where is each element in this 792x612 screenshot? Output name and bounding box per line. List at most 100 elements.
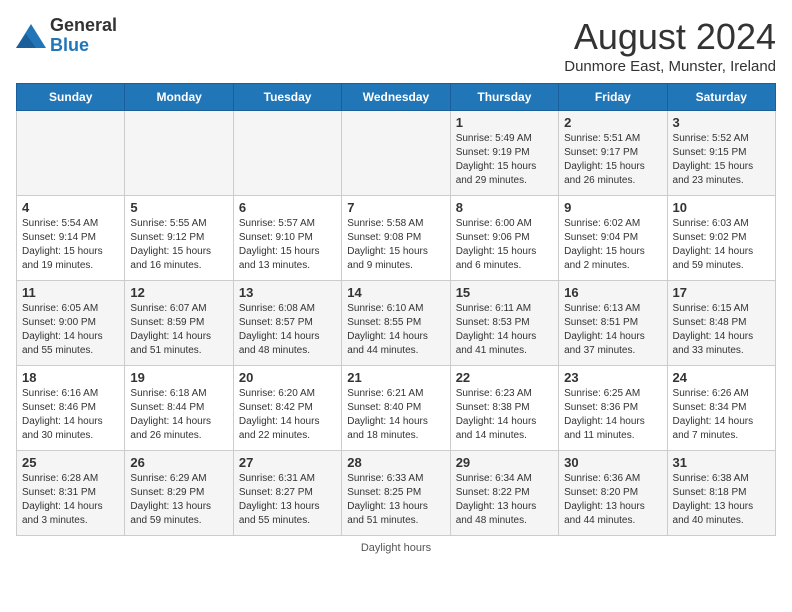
day-number: 30: [564, 455, 661, 470]
day-info: Sunrise: 6:20 AM Sunset: 8:42 PM Dayligh…: [239, 387, 336, 443]
day-number: 12: [130, 285, 227, 300]
day-info: Sunrise: 5:54 AM Sunset: 9:14 PM Dayligh…: [22, 217, 119, 273]
day-info: Sunrise: 6:11 AM Sunset: 8:53 PM Dayligh…: [456, 302, 553, 358]
footer: Daylight hours: [16, 542, 776, 554]
calendar-cell: 2 Sunrise: 5:51 AM Sunset: 9:17 PM Daylig…: [559, 111, 667, 196]
day-number: 10: [673, 200, 770, 215]
calendar-cell: 23Sunrise: 6:25 AM Sunset: 8:36 PM Dayli…: [559, 366, 667, 451]
day-number: 3: [673, 115, 770, 130]
day-info: Sunrise: 5:49 AM Sunset: 9:19 PM Dayligh…: [456, 132, 553, 188]
calendar-week: 4 Sunrise: 5:54 AM Sunset: 9:14 PM Daylig…: [17, 196, 776, 281]
day-number: 14: [347, 285, 444, 300]
calendar-week: 25 Sunrise: 6:28 AM Sunset: 8:31 PM Dayli…: [17, 451, 776, 536]
day-info: Sunrise: 5:57 AM Sunset: 9:10 PM Dayligh…: [239, 217, 336, 273]
day-info: Sunrise: 6:03 AM Sunset: 9:02 PM Dayligh…: [673, 217, 770, 273]
day-info: Sunrise: 6:08 AM Sunset: 8:57 PM Dayligh…: [239, 302, 336, 358]
day-info: Sunrise: 6:15 AM Sunset: 8:48 PM Dayligh…: [673, 302, 770, 358]
day-number: 15: [456, 285, 553, 300]
calendar-cell: 27 Sunrise: 6:31 AM Sunset: 8:27 PM Dayli…: [233, 451, 341, 536]
day-header: Saturday: [667, 84, 775, 111]
day-number: 4: [22, 200, 119, 215]
logo-icon: [16, 24, 46, 48]
calendar-cell: 21 Sunrise: 6:21 AM Sunset: 8:40 PM Dayli…: [342, 366, 450, 451]
day-info: Sunrise: 6:02 AM Sunset: 9:04 PM Dayligh…: [564, 217, 661, 273]
day-info: Sunrise: 6:34 AM Sunset: 8:22 PM Dayligh…: [456, 472, 553, 528]
calendar-cell: 15 Sunrise: 6:11 AM Sunset: 8:53 PM Dayli…: [450, 281, 558, 366]
day-number: 28: [347, 455, 444, 470]
day-header: Tuesday: [233, 84, 341, 111]
day-number: 17: [673, 285, 770, 300]
day-header: Thursday: [450, 84, 558, 111]
day-info: Sunrise: 5:55 AM Sunset: 9:12 PM Dayligh…: [130, 217, 227, 273]
calendar-cell: 6 Sunrise: 5:57 AM Sunset: 9:10 PM Daylig…: [233, 196, 341, 281]
day-number: 27: [239, 455, 336, 470]
day-info: Sunrise: 6:18 AM Sunset: 8:44 PM Dayligh…: [130, 387, 227, 443]
day-info: Sunrise: 6:07 AM Sunset: 8:59 PM Dayligh…: [130, 302, 227, 358]
calendar-cell: 14Sunrise: 6:10 AM Sunset: 8:55 PM Dayli…: [342, 281, 450, 366]
day-number: 31: [673, 455, 770, 470]
calendar-week: 11 Sunrise: 6:05 AM Sunset: 9:00 PM Dayli…: [17, 281, 776, 366]
day-number: 26: [130, 455, 227, 470]
calendar-cell: 28 Sunrise: 6:33 AM Sunset: 8:25 PM Dayli…: [342, 451, 450, 536]
day-number: 7: [347, 200, 444, 215]
day-number: 25: [22, 455, 119, 470]
day-number: 21: [347, 370, 444, 385]
day-header: Monday: [125, 84, 233, 111]
calendar-cell: 24 Sunrise: 6:26 AM Sunset: 8:34 PM Dayli…: [667, 366, 775, 451]
daylight-label: Daylight hours: [361, 542, 431, 554]
day-number: 24: [673, 370, 770, 385]
calendar-cell: [342, 111, 450, 196]
day-number: 2: [564, 115, 661, 130]
day-info: Sunrise: 6:16 AM Sunset: 8:46 PM Dayligh…: [22, 387, 119, 443]
day-info: Sunrise: 5:52 AM Sunset: 9:15 PM Dayligh…: [673, 132, 770, 188]
logo: General Blue: [16, 16, 117, 56]
calendar-cell: 30Sunrise: 6:36 AM Sunset: 8:20 PM Dayli…: [559, 451, 667, 536]
day-info: Sunrise: 6:28 AM Sunset: 8:31 PM Dayligh…: [22, 472, 119, 528]
day-number: 5: [130, 200, 227, 215]
calendar-cell: 11 Sunrise: 6:05 AM Sunset: 9:00 PM Dayli…: [17, 281, 125, 366]
calendar-cell: 8 Sunrise: 6:00 AM Sunset: 9:06 PM Daylig…: [450, 196, 558, 281]
day-number: 1: [456, 115, 553, 130]
calendar-cell: 4 Sunrise: 5:54 AM Sunset: 9:14 PM Daylig…: [17, 196, 125, 281]
day-number: 20: [239, 370, 336, 385]
calendar-cell: 22Sunrise: 6:23 AM Sunset: 8:38 PM Dayli…: [450, 366, 558, 451]
day-info: Sunrise: 6:38 AM Sunset: 8:18 PM Dayligh…: [673, 472, 770, 528]
calendar-cell: 18Sunrise: 6:16 AM Sunset: 8:46 PM Dayli…: [17, 366, 125, 451]
calendar-cell: 7Sunrise: 5:58 AM Sunset: 9:08 PM Daylig…: [342, 196, 450, 281]
day-number: 6: [239, 200, 336, 215]
day-info: Sunrise: 5:51 AM Sunset: 9:17 PM Dayligh…: [564, 132, 661, 188]
logo-general: General: [50, 16, 117, 36]
day-info: Sunrise: 6:33 AM Sunset: 8:25 PM Dayligh…: [347, 472, 444, 528]
calendar-cell: [125, 111, 233, 196]
calendar-cell: 31 Sunrise: 6:38 AM Sunset: 8:18 PM Dayli…: [667, 451, 775, 536]
day-info: Sunrise: 6:25 AM Sunset: 8:36 PM Dayligh…: [564, 387, 661, 443]
day-number: 9: [564, 200, 661, 215]
day-number: 19: [130, 370, 227, 385]
calendar-cell: 20 Sunrise: 6:20 AM Sunset: 8:42 PM Dayli…: [233, 366, 341, 451]
calendar-week: 18Sunrise: 6:16 AM Sunset: 8:46 PM Dayli…: [17, 366, 776, 451]
title-section: August 2024 Dunmore East, Munster, Irela…: [564, 16, 776, 75]
calendar-cell: 1 Sunrise: 5:49 AM Sunset: 9:19 PM Daylig…: [450, 111, 558, 196]
calendar-cell: 3 Sunrise: 5:52 AM Sunset: 9:15 PM Daylig…: [667, 111, 775, 196]
day-number: 11: [22, 285, 119, 300]
day-number: 22: [456, 370, 553, 385]
day-info: Sunrise: 6:21 AM Sunset: 8:40 PM Dayligh…: [347, 387, 444, 443]
calendar-cell: 10 Sunrise: 6:03 AM Sunset: 9:02 PM Dayli…: [667, 196, 775, 281]
calendar-cell: 5 Sunrise: 5:55 AM Sunset: 9:12 PM Daylig…: [125, 196, 233, 281]
calendar-week: 1 Sunrise: 5:49 AM Sunset: 9:19 PM Daylig…: [17, 111, 776, 196]
calendar-cell: 19 Sunrise: 6:18 AM Sunset: 8:44 PM Dayli…: [125, 366, 233, 451]
subtitle: Dunmore East, Munster, Ireland: [564, 58, 776, 75]
calendar-cell: [17, 111, 125, 196]
day-info: Sunrise: 6:29 AM Sunset: 8:29 PM Dayligh…: [130, 472, 227, 528]
day-number: 29: [456, 455, 553, 470]
logo-blue: Blue: [50, 36, 117, 56]
day-info: Sunrise: 6:05 AM Sunset: 9:00 PM Dayligh…: [22, 302, 119, 358]
day-info: Sunrise: 6:26 AM Sunset: 8:34 PM Dayligh…: [673, 387, 770, 443]
day-info: Sunrise: 6:31 AM Sunset: 8:27 PM Dayligh…: [239, 472, 336, 528]
day-number: 13: [239, 285, 336, 300]
day-info: Sunrise: 6:00 AM Sunset: 9:06 PM Dayligh…: [456, 217, 553, 273]
calendar-cell: 9 Sunrise: 6:02 AM Sunset: 9:04 PM Daylig…: [559, 196, 667, 281]
day-number: 8: [456, 200, 553, 215]
day-header: Wednesday: [342, 84, 450, 111]
calendar-cell: 12 Sunrise: 6:07 AM Sunset: 8:59 PM Dayli…: [125, 281, 233, 366]
